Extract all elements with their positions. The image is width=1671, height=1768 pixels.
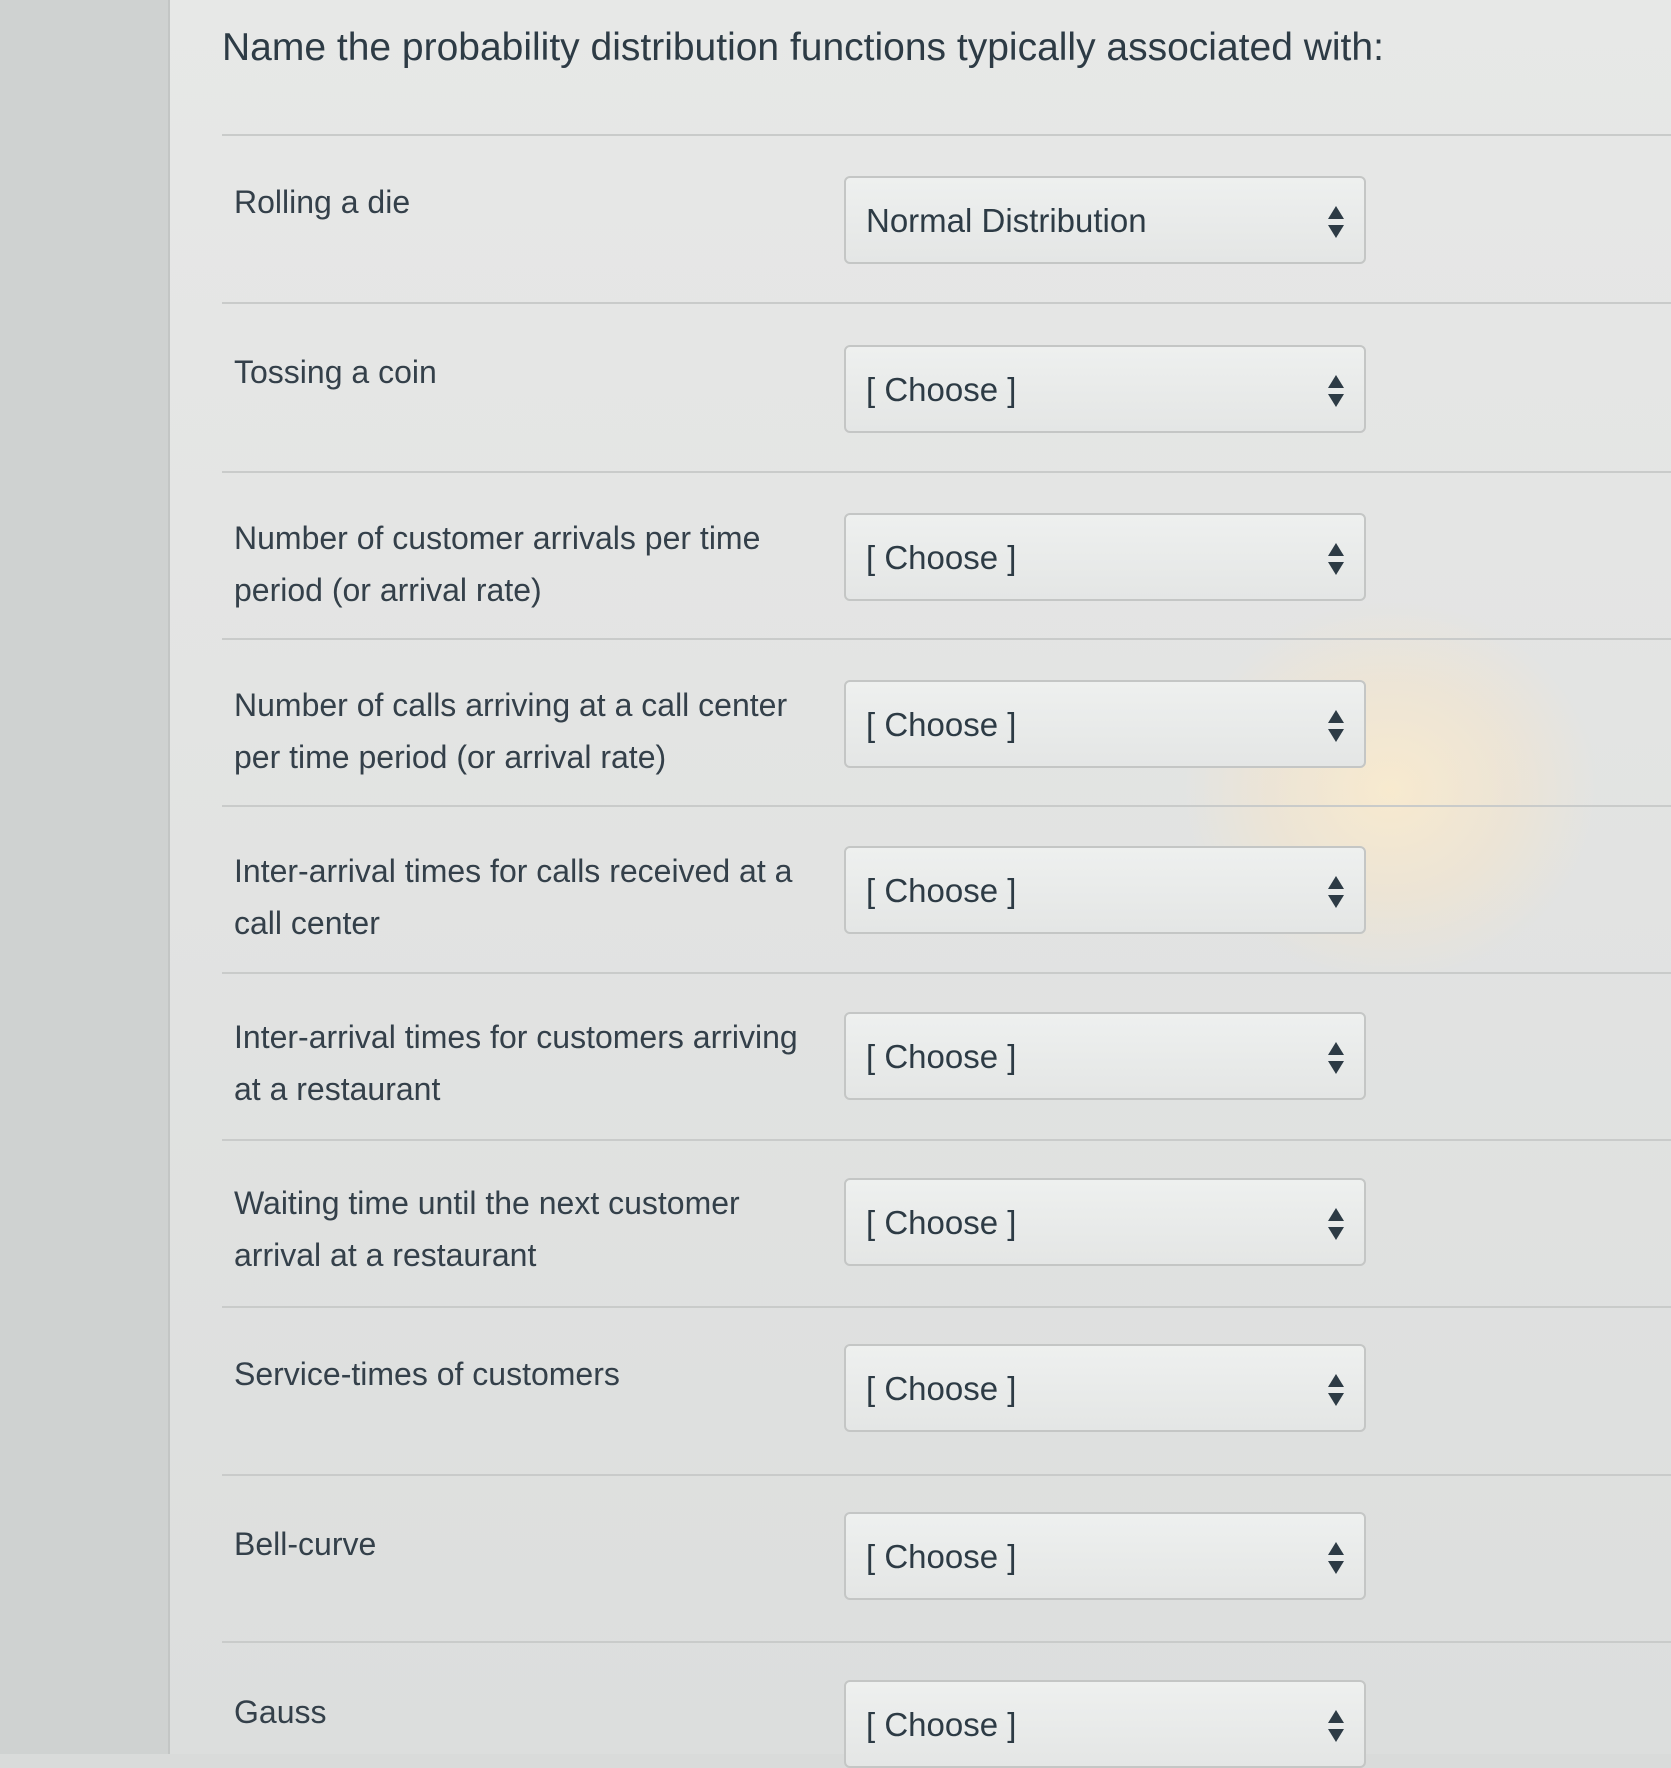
select-waiting-time[interactable]: [ Choose ]	[844, 1178, 1366, 1266]
select-value: [ Choose ]	[866, 1038, 1017, 1075]
select-value: [ Choose ]	[866, 539, 1017, 576]
up-down-arrows-icon	[1328, 1042, 1344, 1074]
select-value: [ Choose ]	[866, 1204, 1017, 1241]
select-rolling-die[interactable]: Normal Distribution	[844, 176, 1366, 264]
divider	[222, 471, 1671, 473]
up-down-arrows-icon	[1328, 876, 1344, 908]
row-label-gauss: Gauss	[234, 1694, 327, 1730]
up-down-arrows-icon	[1328, 1208, 1344, 1240]
question-title: Name the probability distribution functi…	[222, 26, 1384, 69]
select-restaurant-inter-arrival[interactable]: [ Choose ]	[844, 1012, 1366, 1100]
select-customer-arrivals[interactable]: [ Choose ]	[844, 513, 1366, 601]
divider	[222, 972, 1671, 974]
row-label-service-times: Service-times of customers	[234, 1356, 620, 1392]
divider	[222, 302, 1671, 304]
select-value: [ Choose ]	[866, 872, 1017, 909]
select-service-times[interactable]: [ Choose ]	[844, 1344, 1366, 1432]
row-label-customer-arrivals: Number of customer arrivals per time per…	[234, 520, 761, 608]
up-down-arrows-icon	[1328, 543, 1344, 575]
row-label-restaurant-inter-arrival: Inter-arrival times for customers arrivi…	[234, 1019, 798, 1107]
left-gutter	[0, 0, 170, 1754]
row-label-call-inter-arrival: Inter-arrival times for calls received a…	[234, 853, 793, 941]
row-label-rolling-die: Rolling a die	[234, 184, 411, 220]
select-value: [ Choose ]	[866, 1706, 1017, 1743]
row-label-waiting-time: Waiting time until the next customer arr…	[234, 1185, 740, 1273]
divider	[222, 1306, 1671, 1308]
select-value: [ Choose ]	[866, 1370, 1017, 1407]
up-down-arrows-icon	[1328, 206, 1344, 238]
select-value: [ Choose ]	[866, 1538, 1017, 1575]
up-down-arrows-icon	[1328, 375, 1344, 407]
select-value: [ Choose ]	[866, 706, 1017, 743]
divider	[222, 134, 1671, 136]
up-down-arrows-icon	[1328, 1374, 1344, 1406]
divider	[222, 805, 1671, 807]
select-gauss[interactable]: [ Choose ]	[844, 1680, 1366, 1768]
select-call-inter-arrival[interactable]: [ Choose ]	[844, 846, 1366, 934]
up-down-arrows-icon	[1328, 1710, 1344, 1742]
row-label-call-arrivals: Number of calls arriving at a call cente…	[234, 687, 788, 775]
divider	[222, 1474, 1671, 1476]
row-label-tossing-coin: Tossing a coin	[234, 354, 437, 390]
select-value: Normal Distribution	[866, 202, 1147, 239]
select-tossing-coin[interactable]: [ Choose ]	[844, 345, 1366, 433]
select-bell-curve[interactable]: [ Choose ]	[844, 1512, 1366, 1600]
divider	[222, 638, 1671, 640]
divider	[222, 1139, 1671, 1141]
up-down-arrows-icon	[1328, 710, 1344, 742]
divider	[222, 1641, 1671, 1643]
row-label-bell-curve: Bell-curve	[234, 1526, 377, 1562]
select-call-arrivals[interactable]: [ Choose ]	[844, 680, 1366, 768]
select-value: [ Choose ]	[866, 371, 1017, 408]
up-down-arrows-icon	[1328, 1542, 1344, 1574]
